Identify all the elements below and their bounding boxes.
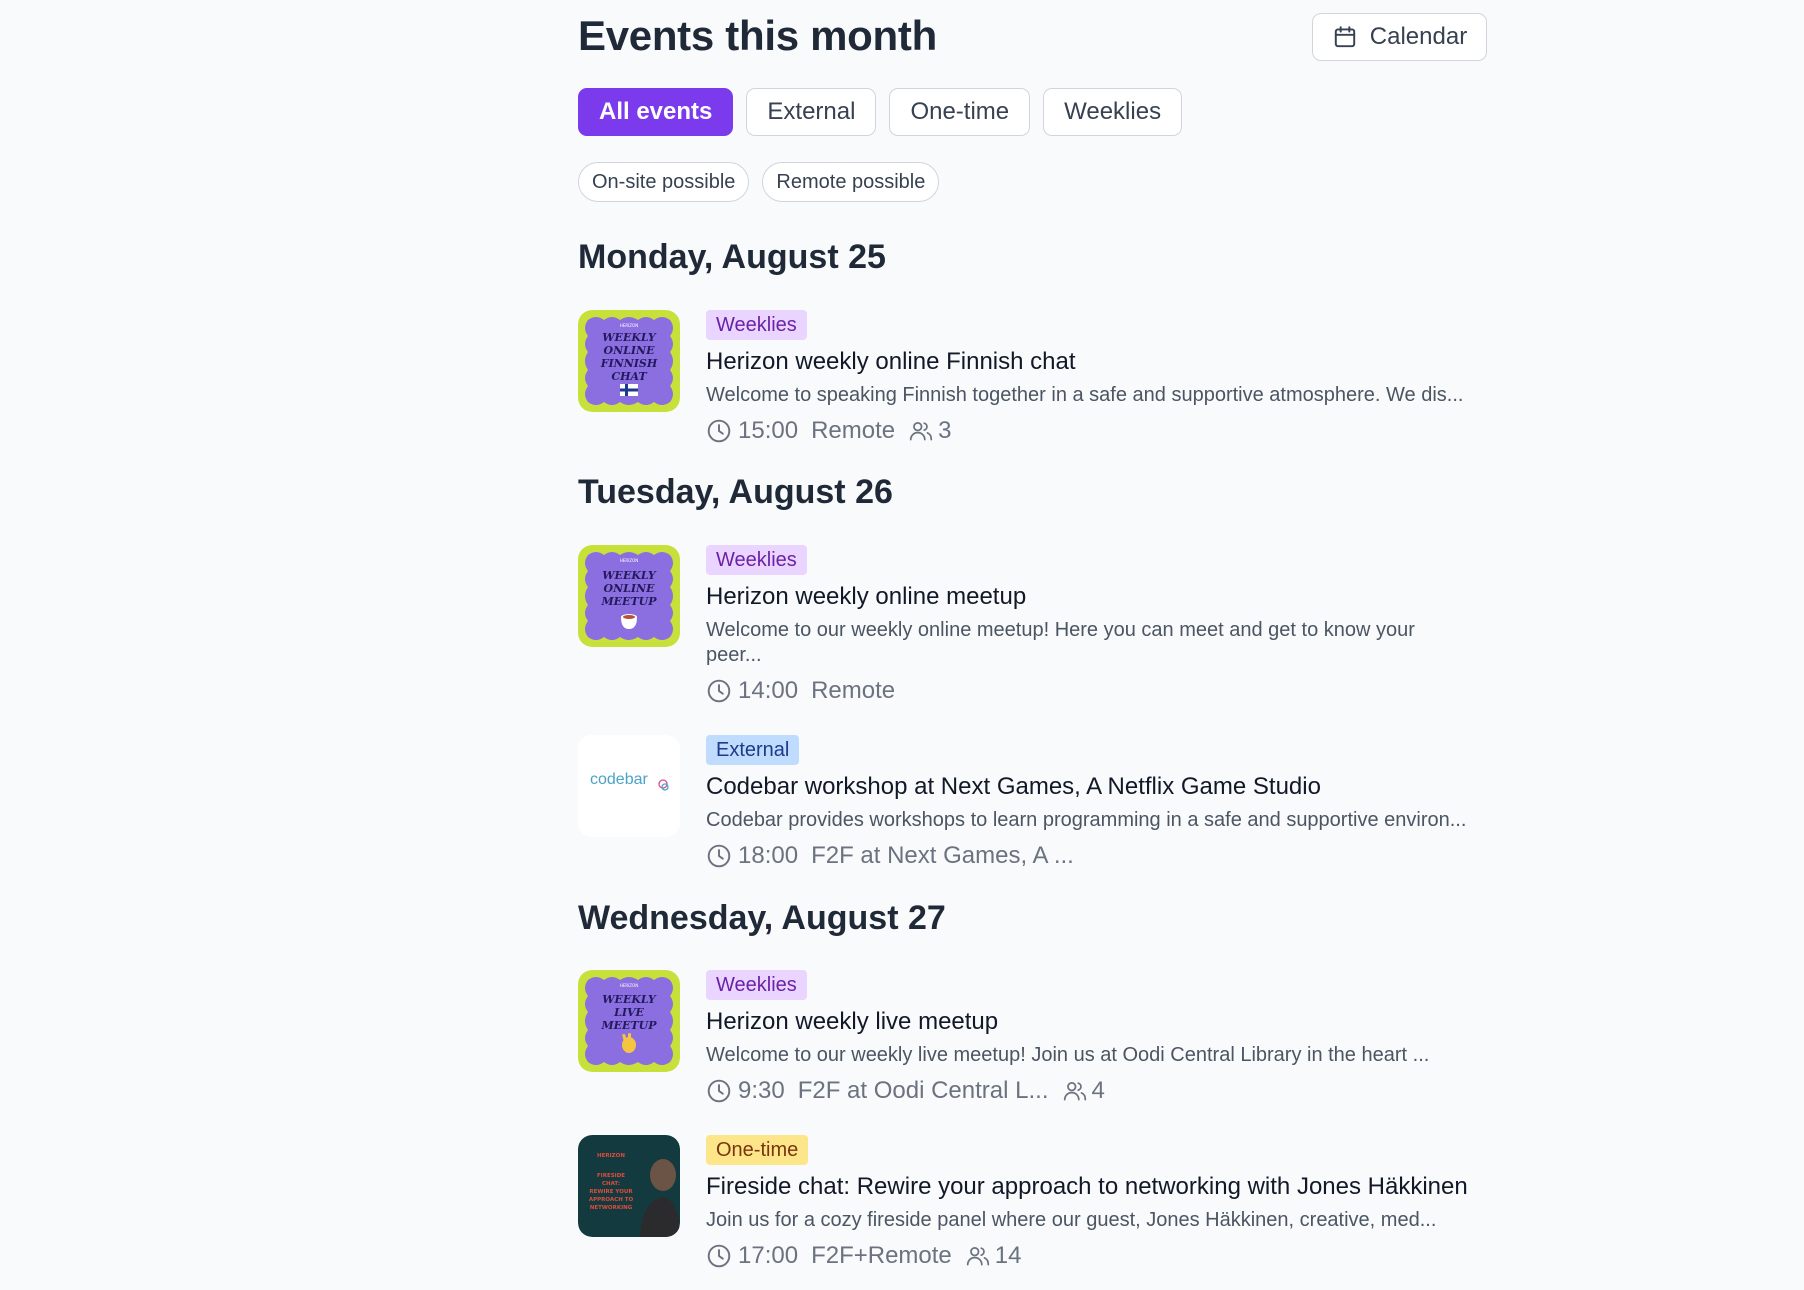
calendar-button-label: Calendar bbox=[1369, 23, 1468, 50]
event-thumbnail: codebar bbox=[578, 735, 680, 837]
svg-text:CHAT: CHAT bbox=[611, 370, 647, 383]
event-time: 14:00 bbox=[738, 677, 799, 704]
svg-text:ONLINE: ONLINE bbox=[604, 344, 656, 357]
event-thumbnail: HERIZON WEEKLY ONLINE MEETUP bbox=[578, 545, 680, 647]
attendee-count: 4 bbox=[1091, 1077, 1105, 1104]
attendee-count: 3 bbox=[938, 417, 952, 444]
attendance-filters: On-site possible Remote possible bbox=[578, 162, 940, 202]
svg-text:WEEKLY: WEEKLY bbox=[602, 569, 657, 582]
svg-text:MEETUP: MEETUP bbox=[601, 595, 658, 608]
svg-text:NETWORKING: NETWORKING bbox=[590, 1205, 633, 1211]
event-type-tabs: All events External One-time Weeklies bbox=[578, 88, 1183, 136]
people-icon bbox=[966, 1247, 989, 1266]
svg-text:LIVE: LIVE bbox=[613, 1006, 644, 1019]
event-thumbnail: HERIZON WEEKLY LIVE MEETUP bbox=[578, 970, 680, 1072]
clock-icon bbox=[707, 1079, 731, 1103]
event-title[interactable]: Herizon weekly live meetup bbox=[706, 1007, 1487, 1037]
event-thumbnail: HERIZON WEEKLY ONLINE FINNISH CHAT bbox=[578, 310, 680, 412]
event-description: Welcome to our weekly online meetup! Her… bbox=[706, 619, 1415, 666]
category-badge: External bbox=[706, 735, 800, 765]
attendee-count: 14 bbox=[994, 1242, 1022, 1269]
tab-all-events[interactable]: All events bbox=[578, 88, 734, 136]
clock-icon bbox=[707, 1244, 731, 1268]
svg-text:REWIRE YOUR: REWIRE YOUR bbox=[589, 1189, 633, 1195]
filter-remote-possible[interactable]: Remote possible bbox=[762, 162, 940, 202]
event-description: Welcome to our weekly live meetup! Join … bbox=[706, 1044, 1430, 1066]
day-heading: Tuesday, August 26 bbox=[578, 473, 893, 511]
event-thumbnail: HERIZON FIRESIDE CHAT: REWIRE YOUR APPRO… bbox=[578, 1135, 680, 1237]
category-badge: One-time bbox=[706, 1135, 809, 1165]
svg-text:WEEKLY: WEEKLY bbox=[602, 331, 657, 344]
codebar-logo: codebar bbox=[590, 771, 648, 788]
event-location: F2F at Next Games, A ... bbox=[811, 842, 1074, 869]
event-description: Welcome to speaking Finnish together in … bbox=[706, 384, 1464, 406]
svg-text:HERIZON: HERIZON bbox=[620, 983, 638, 988]
category-badge: Weeklies bbox=[706, 545, 807, 575]
event-meta: 9:30 F2F at Oodi Central L... 4 bbox=[706, 1076, 1487, 1106]
page-header: Events this month Calendar bbox=[578, 0, 1487, 76]
event-location: F2F+Remote bbox=[811, 1242, 952, 1269]
filter-on-site-possible[interactable]: On-site possible bbox=[578, 162, 750, 202]
event-time: 15:00 bbox=[738, 417, 799, 444]
events-page: Events this month Calendar All events Ex… bbox=[578, 0, 1487, 1269]
svg-text:FINNISH: FINNISH bbox=[600, 357, 658, 370]
svg-text:MEETUP: MEETUP bbox=[601, 1019, 658, 1032]
svg-text:FIRESIDE: FIRESIDE bbox=[597, 1173, 625, 1179]
event-location: Remote bbox=[811, 417, 896, 444]
event-location: F2F at Oodi Central L... bbox=[797, 1077, 1049, 1104]
svg-text:HERIZON: HERIZON bbox=[620, 558, 638, 563]
event-title[interactable]: Codebar workshop at Next Games, A Netfli… bbox=[706, 772, 1487, 802]
event-time: 17:00 bbox=[738, 1242, 799, 1269]
svg-text:CHAT:: CHAT: bbox=[602, 1181, 620, 1187]
event-description: Join us for a cozy fireside panel where … bbox=[706, 1209, 1437, 1231]
calendar-button[interactable]: Calendar bbox=[1312, 13, 1487, 61]
day-heading: Monday, August 25 bbox=[578, 238, 886, 276]
clock-icon bbox=[707, 419, 731, 443]
tab-weeklies[interactable]: Weeklies bbox=[1043, 88, 1183, 136]
event-title[interactable]: Herizon weekly online Finnish chat bbox=[706, 347, 1487, 377]
event-meta: 14:00 Remote bbox=[706, 676, 1487, 706]
finnish-flag-icon bbox=[620, 384, 638, 396]
svg-text:HERIZON: HERIZON bbox=[597, 1153, 625, 1159]
event-description: Codebar provides workshops to learn prog… bbox=[706, 809, 1467, 831]
event-meta: 17:00 F2F+Remote 14 bbox=[706, 1241, 1487, 1271]
calendar-icon bbox=[1334, 26, 1355, 48]
event-time: 18:00 bbox=[738, 842, 799, 869]
day-heading: Wednesday, August 27 bbox=[578, 899, 946, 937]
event-meta: 15:00 Remote 3 bbox=[706, 416, 1487, 446]
clock-icon bbox=[707, 844, 731, 868]
tab-one-time[interactable]: One-time bbox=[889, 88, 1031, 136]
category-badge: Weeklies bbox=[706, 310, 807, 340]
category-badge: Weeklies bbox=[706, 970, 807, 1000]
page-title: Events this month bbox=[578, 12, 937, 59]
event-meta: 18:00 F2F at Next Games, A ... bbox=[706, 841, 1487, 871]
people-icon bbox=[1063, 1082, 1086, 1101]
svg-text:APPROACH TO: APPROACH TO bbox=[589, 1197, 634, 1203]
event-title[interactable]: Fireside chat: Rewire your approach to n… bbox=[706, 1172, 1487, 1202]
svg-text:ONLINE: ONLINE bbox=[604, 582, 656, 595]
tab-external[interactable]: External bbox=[746, 88, 877, 136]
clock-icon bbox=[707, 679, 731, 703]
svg-text:HERIZON: HERIZON bbox=[620, 323, 638, 328]
svg-text:WEEKLY: WEEKLY bbox=[602, 993, 657, 1006]
event-time: 9:30 bbox=[738, 1077, 785, 1104]
people-icon bbox=[909, 422, 933, 441]
event-title[interactable]: Herizon weekly online meetup bbox=[706, 582, 1487, 612]
event-location: Remote bbox=[811, 677, 896, 704]
